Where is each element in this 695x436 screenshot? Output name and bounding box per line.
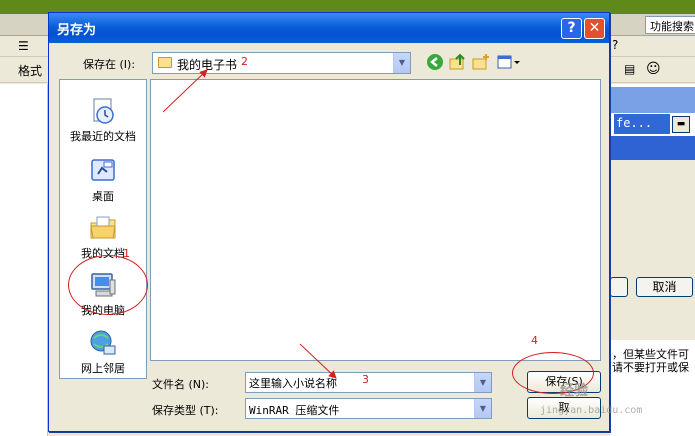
filetype-label: 保存类型 (T): xyxy=(152,404,219,417)
close-button[interactable]: ✕ xyxy=(584,18,605,39)
watermark-url: jingyan.baidu.com xyxy=(540,405,643,416)
recent-documents-icon xyxy=(93,98,114,124)
filename-label: 文件名 (N): xyxy=(152,378,210,391)
place-my-documents[interactable]: 我的文档 xyxy=(60,213,146,261)
chevron-down-icon[interactable]: ▼ xyxy=(474,399,491,418)
document-icon[interactable]: ☰ xyxy=(18,39,29,53)
annotation-number-4: 4 xyxy=(531,334,538,347)
dialog-titlebar[interactable]: 另存为 ? ✕ xyxy=(49,13,609,43)
annotation-circle-my-computer xyxy=(68,255,148,315)
background-small-button[interactable]: ▬ xyxy=(672,116,690,133)
place-recent-documents[interactable]: 我最近的文档 xyxy=(60,96,146,144)
filetype-value: WinRAR 压缩文件 xyxy=(249,404,340,417)
folder-icon xyxy=(158,57,172,68)
my-documents-icon xyxy=(90,216,116,239)
background-dialog-area xyxy=(610,160,695,340)
place-label: 桌面 xyxy=(92,190,114,203)
warning-line-2: 请不要打开或保 xyxy=(612,361,689,374)
annotation-number-1: 1 xyxy=(123,247,130,260)
annotation-number-3: 3 xyxy=(362,373,369,386)
annotation-number-2: 2 xyxy=(241,55,248,68)
place-label: 我最近的文档 xyxy=(70,130,136,143)
back-icon[interactable] xyxy=(425,53,445,73)
save-in-label: 保存在 (I): xyxy=(83,58,136,71)
dialog-title: 另存为 xyxy=(57,23,97,38)
desktop-icon xyxy=(91,159,115,181)
background-warning-text: ，但某些文件可 请不要打开或保 xyxy=(612,348,689,374)
feature-search-box[interactable]: 功能搜索 xyxy=(645,16,695,34)
chevron-down-icon[interactable]: ▼ xyxy=(474,373,491,392)
format-menu-label[interactable]: 格式 xyxy=(18,62,42,79)
smiley-icon[interactable]: ☺ xyxy=(646,61,661,77)
view-menu-icon[interactable] xyxy=(496,53,522,73)
file-list-area[interactable] xyxy=(150,79,601,361)
place-desktop[interactable]: 桌面 xyxy=(60,156,146,204)
help-button[interactable]: ? xyxy=(561,18,582,39)
watermark-text: 经验 xyxy=(560,383,588,399)
filetype-dropdown[interactable]: WinRAR 压缩文件 ▼ xyxy=(245,398,492,419)
chevron-down-icon[interactable]: ▼ xyxy=(393,53,410,73)
app-left-panel xyxy=(0,84,48,436)
place-label: 网上邻居 xyxy=(81,362,125,375)
background-filename-field[interactable]: fe... xyxy=(614,114,670,134)
new-folder-icon[interactable] xyxy=(471,53,491,73)
app-blue-bar xyxy=(610,136,695,160)
table-icon[interactable]: ▤ xyxy=(624,62,635,76)
background-ok-button[interactable] xyxy=(610,277,628,297)
network-places-icon xyxy=(90,330,116,355)
warning-line-1: ，但某些文件可 xyxy=(612,348,689,361)
save-in-value: 我的电子书 xyxy=(177,58,238,72)
filename-value: 这里输入小说名称 xyxy=(249,377,337,390)
app-blue-header xyxy=(610,87,695,113)
up-folder-icon[interactable] xyxy=(448,53,468,73)
background-cancel-button[interactable]: 取消 xyxy=(636,277,693,297)
places-bar: 我最近的文档 桌面 我的文档 我的电脑 网上邻居 xyxy=(59,79,147,379)
place-network[interactable]: 网上邻居 xyxy=(60,328,146,376)
save-in-dropdown[interactable]: 我的电子书 ▼ xyxy=(152,52,411,74)
help-question-icon[interactable]: ? xyxy=(612,38,618,52)
